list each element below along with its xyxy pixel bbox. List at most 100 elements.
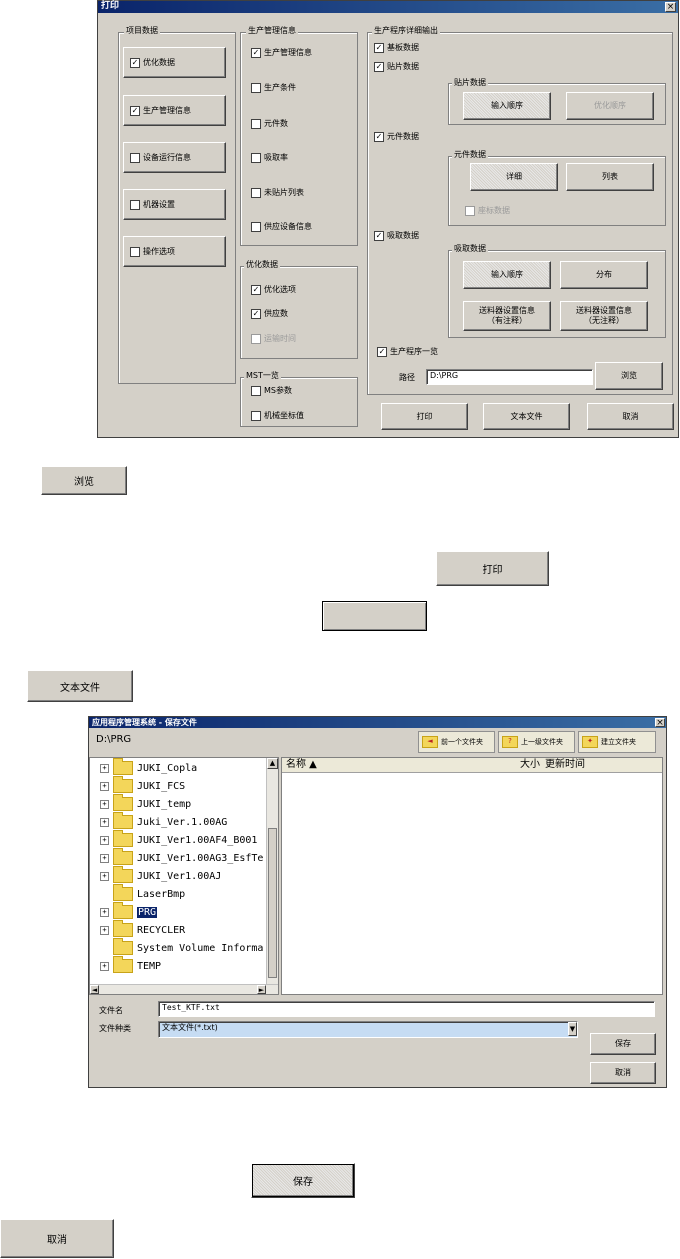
up-folder-icon: ?	[502, 736, 518, 748]
optimize-item-checkbox-0[interactable]: ✓ 优化选项	[251, 285, 296, 295]
print-button-standalone[interactable]: 打印	[436, 551, 549, 586]
tree-item[interactable]: + JUKI_FCS	[100, 776, 185, 795]
cancel-button[interactable]: 取消	[590, 1062, 656, 1084]
tree-item-label: RECYCLER	[137, 924, 186, 936]
tree-item[interactable]: LaserBmp	[100, 884, 185, 903]
close-icon[interactable]: ×	[655, 718, 665, 728]
substrate-data-checkbox[interactable]: ✓ 基板数据	[374, 43, 419, 53]
optimize-data-group-label: 优化数据	[244, 260, 280, 270]
tree-horizontal-scrollbar[interactable]: ◄ ►	[90, 984, 278, 994]
component-data-checkbox[interactable]: ✓ 元件数据	[374, 132, 419, 142]
component-list-button[interactable]: 列表	[566, 163, 654, 191]
prev-folder-label: 前一个文件夹	[441, 738, 483, 746]
expand-plus-icon[interactable]: +	[100, 871, 109, 881]
filetype-select[interactable]: 文本文件(*.txt)	[158, 1021, 578, 1038]
column-header-name[interactable]: 名称 ▲	[282, 758, 491, 773]
new-folder-icon: ✦	[582, 736, 598, 748]
scroll-up-icon[interactable]: ▲	[267, 758, 278, 769]
mst-item-checkbox-1[interactable]: 机械坐标值	[251, 411, 304, 421]
scroll-right-icon[interactable]: ►	[257, 985, 266, 994]
optimize-item-checkbox-1[interactable]: ✓ 供应数	[251, 309, 288, 319]
production-item-checkbox-0[interactable]: ✓ 生产管理信息	[251, 48, 312, 58]
mst-item-checkbox-0[interactable]: MS参数	[251, 386, 292, 396]
expand-plus-icon[interactable]: +	[100, 799, 109, 809]
print-dialog-titlebar: 打印	[98, 1, 678, 13]
placement-data-checkbox[interactable]: ✓ 贴片数据	[374, 62, 419, 72]
prev-folder-button[interactable]: ◄ 前一个文件夹	[418, 731, 495, 753]
placement-input-order-button[interactable]: 输入顺序	[463, 92, 551, 120]
expand-plus-icon[interactable]: +	[100, 817, 109, 827]
tree-item[interactable]: + JUKI_Ver1.00AF4_B001	[100, 830, 257, 849]
project-item-1[interactable]: ✓ 生产管理信息	[123, 95, 226, 126]
tree-item[interactable]: + Juki_Ver.1.00AG	[100, 812, 227, 831]
cancel-button-standalone[interactable]: 取消	[0, 1219, 114, 1258]
cancel-button[interactable]: 取消	[587, 403, 674, 430]
project-item-2[interactable]: 设备运行信息	[123, 142, 226, 173]
folder-tree-pane[interactable]: + JUKI_Copla + JUKI_FCS + JUKI_temp + Juki_Ver.…	[89, 757, 279, 995]
optimize-item-checkbox-2[interactable]: 运输时间	[251, 334, 296, 344]
mst-list-group-label: MST一览	[244, 371, 281, 381]
tree-item[interactable]: + TEMP	[100, 956, 161, 975]
file-list-pane[interactable]: 名称 ▲ 大小 更新时间	[281, 757, 663, 995]
expand-plus-icon[interactable]: +	[100, 781, 109, 791]
browse-button-standalone[interactable]: 浏览	[41, 466, 127, 495]
new-folder-button[interactable]: ✦ 建立文件夹	[578, 731, 656, 753]
print-button[interactable]: 打印	[381, 403, 468, 430]
coordinate-data-checkbox[interactable]: 座标数据	[465, 206, 510, 216]
production-item-checkbox-3[interactable]: 吸取率	[251, 153, 288, 163]
expand-plus-icon[interactable]: +	[100, 853, 109, 863]
project-data-group-label: 项目数据	[124, 26, 160, 36]
tree-item[interactable]: + PRG	[100, 902, 158, 921]
production-item-checkbox-5[interactable]: 供应设备信息	[251, 222, 312, 232]
pickup-sub-group-label: 吸取数据	[452, 244, 488, 254]
tree-vertical-scrollbar[interactable]: ▲	[266, 758, 278, 986]
program-list-checkbox[interactable]: ✓ 生产程序一览	[377, 347, 438, 357]
text-file-button-standalone[interactable]: 文本文件	[27, 670, 133, 702]
feeder-info-comment-button[interactable]: 送料器设置信息 （有注释）	[463, 301, 551, 331]
expand-plus-icon[interactable]: +	[100, 763, 109, 773]
component-detail-button[interactable]: 详细	[470, 163, 558, 191]
production-item-checkbox-4[interactable]: 未贴片列表	[251, 188, 304, 198]
path-input[interactable]: D:\PRG	[426, 369, 593, 385]
pickup-input-order-button[interactable]: 输入顺序	[463, 261, 551, 289]
scroll-left-icon[interactable]: ◄	[90, 985, 99, 994]
column-header-updated[interactable]: 更新时间	[541, 758, 662, 773]
project-item-4[interactable]: 操作选项	[123, 236, 226, 267]
expand-plus-icon[interactable]: +	[100, 907, 109, 917]
tree-item[interactable]: System Volume Informa	[100, 938, 263, 957]
tree-item[interactable]: + JUKI_Ver1.00AJ	[100, 866, 221, 885]
tree-item[interactable]: + JUKI_Ver1.00AG3_EsfTe	[100, 848, 264, 867]
text-file-button[interactable]: 文本文件	[483, 403, 570, 430]
production-item-checkbox-1[interactable]: 生产条件	[251, 83, 296, 93]
placement-optimized-order-button[interactable]: 优化顺序	[566, 92, 654, 120]
production-item-checkbox-2[interactable]: 元件数	[251, 119, 288, 129]
tree-item-label: JUKI_Copla	[137, 762, 198, 774]
browse-button[interactable]: 浏览	[595, 362, 663, 390]
folder-icon	[113, 776, 133, 793]
pickup-distribution-button[interactable]: 分布	[560, 261, 648, 289]
tree-item-label: JUKI_Ver1.00AG3_EsfTe	[137, 852, 264, 864]
tree-item[interactable]: + JUKI_temp	[100, 794, 191, 813]
chevron-down-icon[interactable]: ▼	[568, 1022, 577, 1036]
tree-item[interactable]: + JUKI_Copla	[100, 758, 198, 777]
checkbox-label: 未贴片列表	[264, 188, 304, 197]
save-button[interactable]: 保存	[590, 1033, 656, 1055]
up-folder-button[interactable]: ? 上一级文件夹	[498, 731, 575, 753]
blank-button-standalone[interactable]	[322, 601, 427, 631]
scroll-thumb[interactable]	[268, 828, 277, 978]
filename-input[interactable]: Test_KTF.txt	[158, 1001, 655, 1017]
expand-plus-icon[interactable]: +	[100, 961, 109, 971]
checkbox-label: MS参数	[264, 386, 292, 395]
expand-plus-icon[interactable]: +	[100, 925, 109, 935]
tree-item[interactable]: + RECYCLER	[100, 920, 186, 939]
save-button-standalone[interactable]: 保存	[251, 1163, 355, 1198]
close-icon[interactable]: ×	[665, 2, 676, 12]
column-header-size[interactable]: 大小	[487, 758, 545, 773]
project-item-0[interactable]: ✓ 优化数据	[123, 47, 226, 78]
pickup-data-checkbox[interactable]: ✓ 吸取数据	[374, 231, 419, 241]
project-item-3[interactable]: 机器设置	[123, 189, 226, 220]
checkbox-box: ✓	[374, 43, 384, 53]
feeder-info-no-comment-button[interactable]: 送料器设置信息 （无注释）	[560, 301, 648, 331]
checkbox-box: ✓	[251, 285, 261, 295]
expand-plus-icon[interactable]: +	[100, 835, 109, 845]
